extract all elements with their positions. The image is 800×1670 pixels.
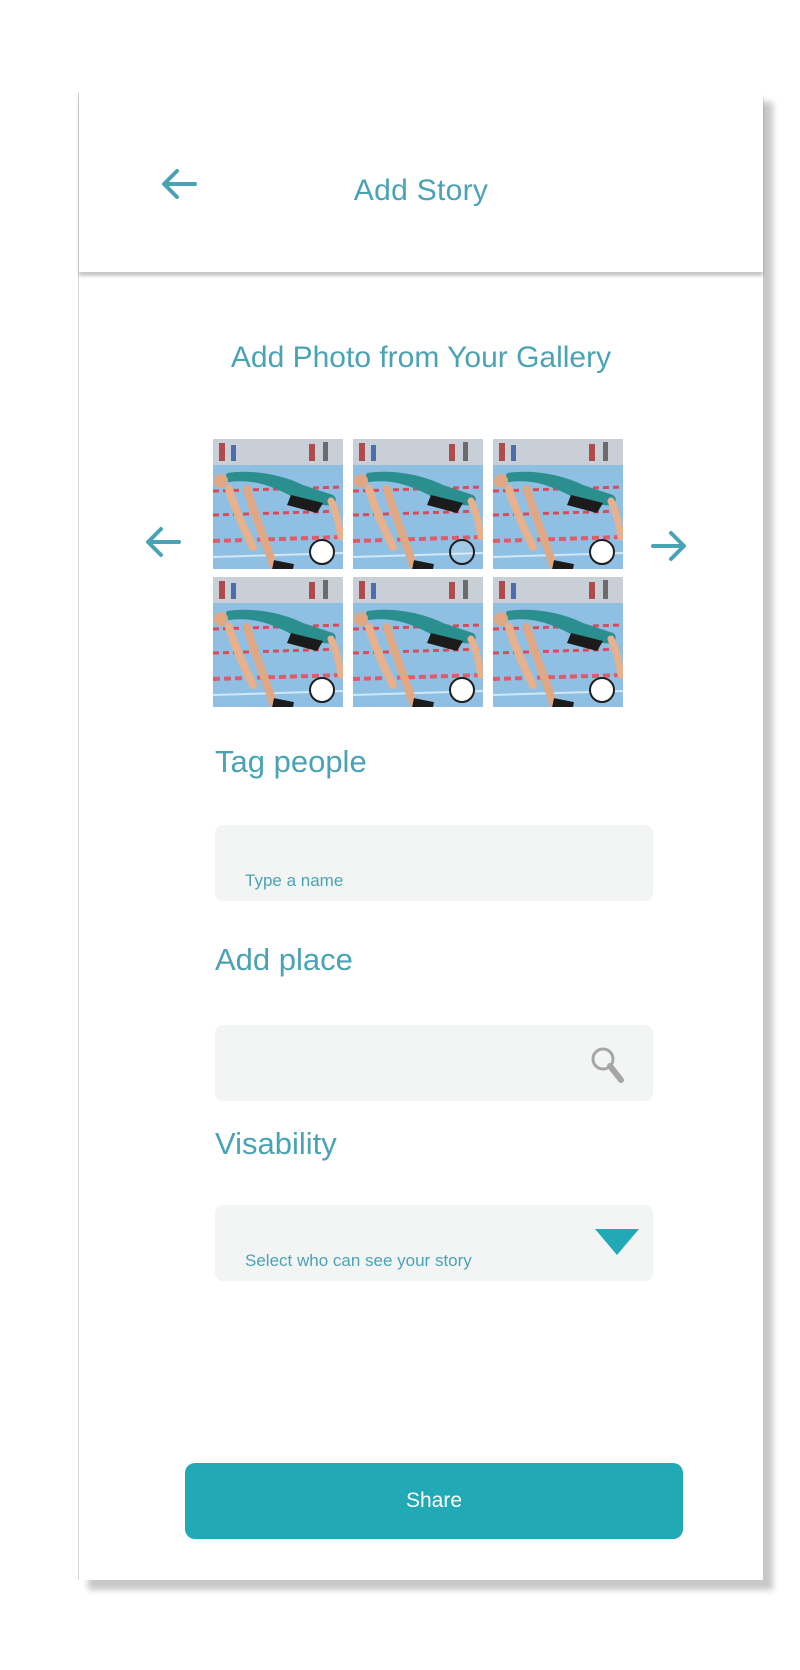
app-header: Add Story	[79, 92, 763, 272]
photo-select-radio[interactable]	[449, 677, 475, 703]
dropdown-triangle-icon[interactable]	[593, 1227, 641, 1257]
gallery-photo[interactable]	[493, 577, 623, 707]
search-icon[interactable]	[589, 1045, 625, 1085]
tag-people-placeholder: Type a name	[245, 871, 344, 890]
visibility-placeholder: Select who can see your story	[245, 1251, 472, 1270]
photo-grid	[213, 439, 637, 709]
gallery-photo[interactable]	[493, 439, 623, 569]
share-button[interactable]: Share	[185, 1463, 683, 1539]
photo-select-radio[interactable]	[589, 539, 615, 565]
gallery-photo[interactable]	[353, 439, 483, 569]
add-place-label: Add place	[215, 942, 353, 977]
visibility-label: Visability	[215, 1126, 337, 1161]
visibility-select[interactable]: Select who can see your story	[215, 1205, 653, 1281]
gallery-next-button[interactable]	[647, 526, 691, 566]
right-arrow-icon	[651, 531, 686, 561]
tag-people-input[interactable]: Type a name	[215, 825, 653, 901]
photo-select-radio[interactable]	[449, 539, 475, 565]
page-title: Add Story	[353, 174, 489, 207]
photo-select-radio[interactable]	[309, 677, 335, 703]
gallery-photo[interactable]	[213, 577, 343, 707]
gallery-photo[interactable]	[213, 439, 343, 569]
phone-screen: Add Story Add Photo from Your Gallery Ta…	[78, 92, 763, 1580]
photo-select-radio[interactable]	[589, 677, 615, 703]
gallery-prev-button[interactable]	[141, 522, 185, 562]
gallery-photo[interactable]	[353, 577, 483, 707]
add-place-input[interactable]	[215, 1025, 653, 1101]
photo-select-radio[interactable]	[309, 539, 335, 565]
left-arrow-icon	[146, 527, 181, 557]
tag-people-label: Tag people	[215, 744, 367, 779]
gallery-title: Add Photo from Your Gallery	[230, 341, 612, 374]
